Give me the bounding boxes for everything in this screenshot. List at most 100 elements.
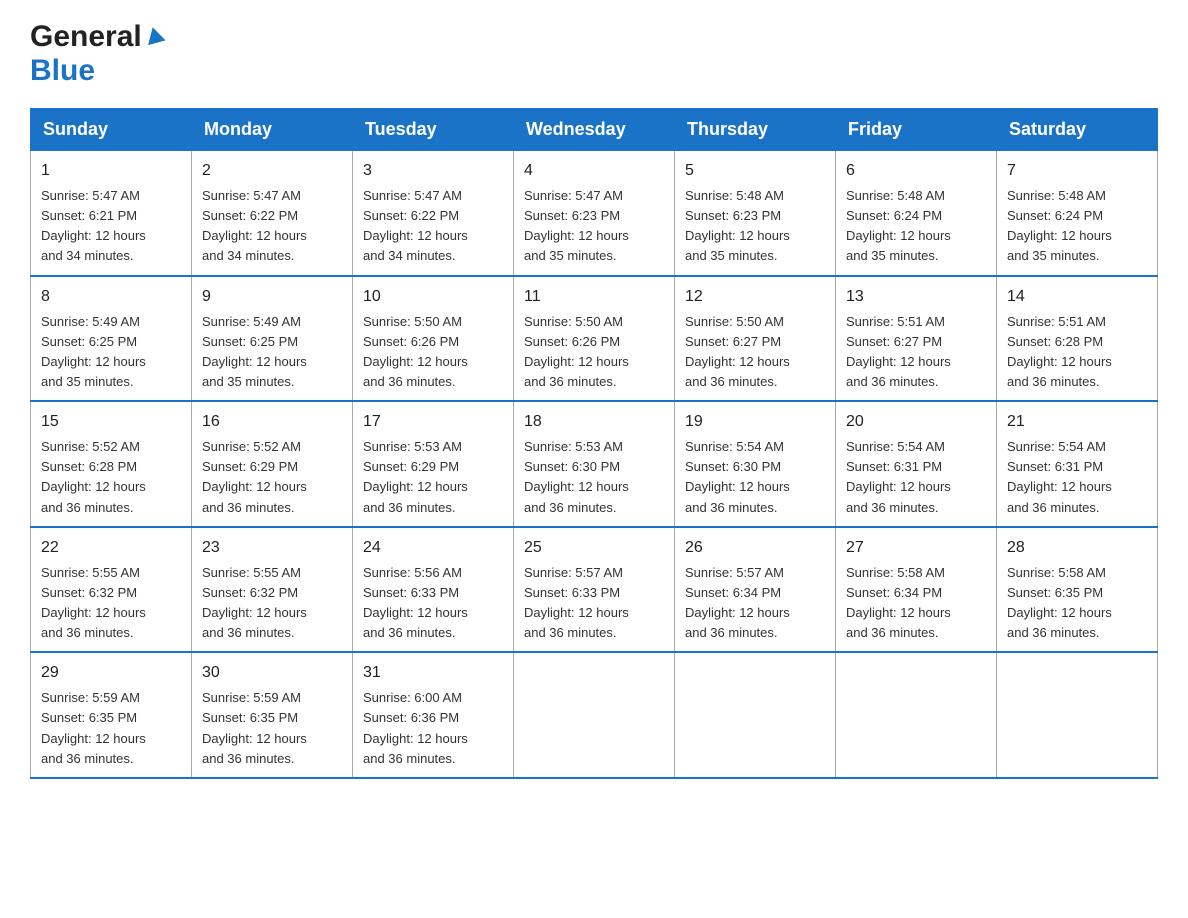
day-info: Sunrise: 5:48 AMSunset: 6:24 PMDaylight:… [1007, 186, 1147, 267]
day-info: Sunrise: 5:54 AMSunset: 6:30 PMDaylight:… [685, 437, 825, 518]
day-number: 2 [202, 159, 342, 183]
day-number: 5 [685, 159, 825, 183]
calendar-cell [675, 652, 836, 778]
calendar-cell: 27 Sunrise: 5:58 AMSunset: 6:34 PMDayligh… [836, 527, 997, 653]
day-number: 20 [846, 410, 986, 434]
calendar-cell [997, 652, 1158, 778]
day-number: 30 [202, 661, 342, 685]
day-info: Sunrise: 5:53 AMSunset: 6:30 PMDaylight:… [524, 437, 664, 518]
calendar-cell: 1Sunrise: 5:47 AMSunset: 6:21 PMDaylight… [31, 151, 192, 276]
day-number: 18 [524, 410, 664, 434]
calendar-cell: 23Sunrise: 5:55 AMSunset: 6:32 PMDayligh… [192, 527, 353, 653]
calendar-cell: 11 Sunrise: 5:50 AMSunset: 6:26 PMDayligh… [514, 276, 675, 402]
day-number: 19 [685, 410, 825, 434]
day-number: 28 [1007, 536, 1147, 560]
day-number: 14 [1007, 285, 1147, 309]
day-number: 29 [41, 661, 181, 685]
day-info: Sunrise: 5:49 AMSunset: 6:25 PMDaylight:… [202, 312, 342, 393]
calendar-cell: 3 Sunrise: 5:47 AMSunset: 6:22 PMDaylight… [353, 151, 514, 276]
calendar-cell: 26Sunrise: 5:57 AMSunset: 6:34 PMDayligh… [675, 527, 836, 653]
calendar-week-row: 8Sunrise: 5:49 AMSunset: 6:25 PMDaylight… [31, 276, 1158, 402]
calendar-cell: 19 Sunrise: 5:54 AMSunset: 6:30 PMDayligh… [675, 401, 836, 527]
column-header-thursday: Thursday [675, 109, 836, 151]
day-info: Sunrise: 5:48 AMSunset: 6:23 PMDaylight:… [685, 186, 825, 267]
day-info: Sunrise: 5:56 AMSunset: 6:33 PMDaylight:… [363, 563, 503, 644]
calendar-week-row: 15 Sunrise: 5:52 AMSunset: 6:28 PMDayligh… [31, 401, 1158, 527]
calendar-header-row: SundayMondayTuesdayWednesdayThursdayFrid… [31, 109, 1158, 151]
calendar-cell: 7 Sunrise: 5:48 AMSunset: 6:24 PMDaylight… [997, 151, 1158, 276]
calendar-cell: 25 Sunrise: 5:57 AMSunset: 6:33 PMDayligh… [514, 527, 675, 653]
day-number: 1 [41, 159, 181, 183]
calendar-cell: 5 Sunrise: 5:48 AMSunset: 6:23 PMDaylight… [675, 151, 836, 276]
calendar-cell [514, 652, 675, 778]
calendar-cell: 20 Sunrise: 5:54 AMSunset: 6:31 PMDayligh… [836, 401, 997, 527]
calendar-cell: 12Sunrise: 5:50 AMSunset: 6:27 PMDayligh… [675, 276, 836, 402]
calendar-cell: 8Sunrise: 5:49 AMSunset: 6:25 PMDaylight… [31, 276, 192, 402]
day-number: 7 [1007, 159, 1147, 183]
calendar-cell: 28 Sunrise: 5:58 AMSunset: 6:35 PMDayligh… [997, 527, 1158, 653]
calendar-cell: 13Sunrise: 5:51 AMSunset: 6:27 PMDayligh… [836, 276, 997, 402]
logo-general-text: General [30, 20, 142, 54]
day-info: Sunrise: 5:55 AMSunset: 6:32 PMDaylight:… [41, 563, 181, 644]
day-info: Sunrise: 5:51 AMSunset: 6:28 PMDaylight:… [1007, 312, 1147, 393]
day-info: Sunrise: 5:47 AMSunset: 6:22 PMDaylight:… [202, 186, 342, 267]
calendar-week-row: 1Sunrise: 5:47 AMSunset: 6:21 PMDaylight… [31, 151, 1158, 276]
day-info: Sunrise: 5:47 AMSunset: 6:23 PMDaylight:… [524, 186, 664, 267]
day-info: Sunrise: 5:59 AMSunset: 6:35 PMDaylight:… [41, 688, 181, 769]
calendar-cell: 21 Sunrise: 5:54 AMSunset: 6:31 PMDayligh… [997, 401, 1158, 527]
logo: General Blue [30, 20, 166, 88]
day-info: Sunrise: 5:58 AMSunset: 6:35 PMDaylight:… [1007, 563, 1147, 644]
day-number: 27 [846, 536, 986, 560]
day-number: 12 [685, 285, 825, 309]
day-number: 31 [363, 661, 503, 685]
day-number: 25 [524, 536, 664, 560]
column-header-saturday: Saturday [997, 109, 1158, 151]
calendar-cell: 22 Sunrise: 5:55 AMSunset: 6:32 PMDayligh… [31, 527, 192, 653]
day-info: Sunrise: 5:50 AMSunset: 6:26 PMDaylight:… [524, 312, 664, 393]
column-header-wednesday: Wednesday [514, 109, 675, 151]
day-number: 21 [1007, 410, 1147, 434]
day-number: 22 [41, 536, 181, 560]
day-info: Sunrise: 5:49 AMSunset: 6:25 PMDaylight:… [41, 312, 181, 393]
calendar-cell: 2 Sunrise: 5:47 AMSunset: 6:22 PMDaylight… [192, 151, 353, 276]
day-info: Sunrise: 6:00 AMSunset: 6:36 PMDaylight:… [363, 688, 503, 769]
day-info: Sunrise: 5:47 AMSunset: 6:22 PMDaylight:… [363, 186, 503, 267]
day-info: Sunrise: 5:54 AMSunset: 6:31 PMDaylight:… [846, 437, 986, 518]
day-number: 24 [363, 536, 503, 560]
calendar-cell: 10 Sunrise: 5:50 AMSunset: 6:26 PMDayligh… [353, 276, 514, 402]
calendar-cell: 4 Sunrise: 5:47 AMSunset: 6:23 PMDaylight… [514, 151, 675, 276]
column-header-monday: Monday [192, 109, 353, 151]
calendar-cell: 15 Sunrise: 5:52 AMSunset: 6:28 PMDayligh… [31, 401, 192, 527]
column-header-friday: Friday [836, 109, 997, 151]
day-number: 4 [524, 159, 664, 183]
day-number: 6 [846, 159, 986, 183]
day-info: Sunrise: 5:54 AMSunset: 6:31 PMDaylight:… [1007, 437, 1147, 518]
calendar-table: SundayMondayTuesdayWednesdayThursdayFrid… [30, 108, 1158, 779]
column-header-tuesday: Tuesday [353, 109, 514, 151]
day-info: Sunrise: 5:57 AMSunset: 6:33 PMDaylight:… [524, 563, 664, 644]
column-header-sunday: Sunday [31, 109, 192, 151]
calendar-cell: 31 Sunrise: 6:00 AMSunset: 6:36 PMDayligh… [353, 652, 514, 778]
day-number: 15 [41, 410, 181, 434]
logo-blue-text: Blue [30, 54, 95, 88]
page-header: General Blue [30, 20, 1158, 88]
calendar-cell: 16 Sunrise: 5:52 AMSunset: 6:29 PMDayligh… [192, 401, 353, 527]
day-info: Sunrise: 5:58 AMSunset: 6:34 PMDaylight:… [846, 563, 986, 644]
day-info: Sunrise: 5:52 AMSunset: 6:29 PMDaylight:… [202, 437, 342, 518]
calendar-cell: 24 Sunrise: 5:56 AMSunset: 6:33 PMDayligh… [353, 527, 514, 653]
day-number: 16 [202, 410, 342, 434]
calendar-cell [836, 652, 997, 778]
day-info: Sunrise: 5:59 AMSunset: 6:35 PMDaylight:… [202, 688, 342, 769]
day-info: Sunrise: 5:57 AMSunset: 6:34 PMDaylight:… [685, 563, 825, 644]
day-number: 3 [363, 159, 503, 183]
day-number: 10 [363, 285, 503, 309]
day-number: 9 [202, 285, 342, 309]
day-info: Sunrise: 5:50 AMSunset: 6:26 PMDaylight:… [363, 312, 503, 393]
calendar-week-row: 22 Sunrise: 5:55 AMSunset: 6:32 PMDayligh… [31, 527, 1158, 653]
day-number: 11 [524, 285, 664, 309]
calendar-cell: 14 Sunrise: 5:51 AMSunset: 6:28 PMDayligh… [997, 276, 1158, 402]
calendar-cell: 18 Sunrise: 5:53 AMSunset: 6:30 PMDayligh… [514, 401, 675, 527]
day-info: Sunrise: 5:55 AMSunset: 6:32 PMDaylight:… [202, 563, 342, 644]
calendar-cell: 6Sunrise: 5:48 AMSunset: 6:24 PMDaylight… [836, 151, 997, 276]
day-info: Sunrise: 5:52 AMSunset: 6:28 PMDaylight:… [41, 437, 181, 518]
